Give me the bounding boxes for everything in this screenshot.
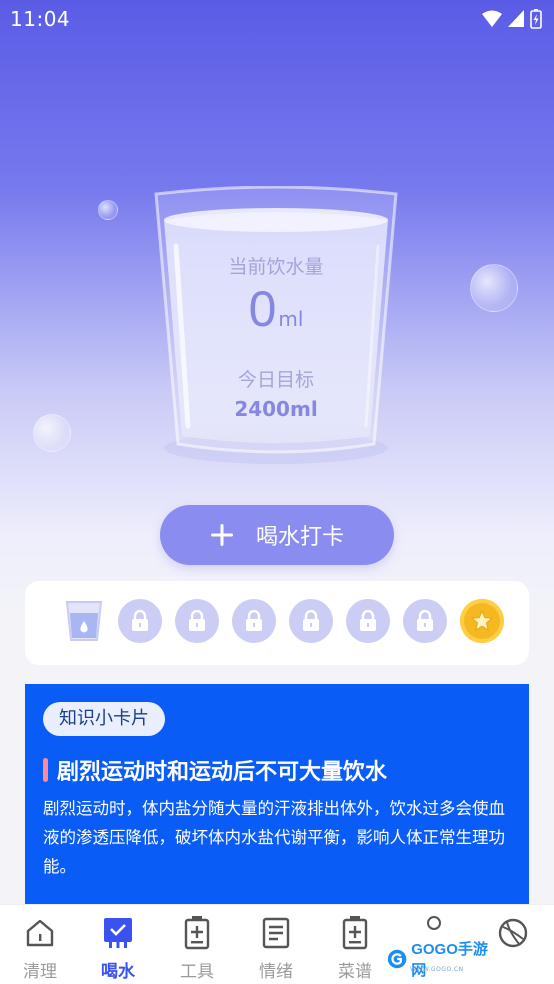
current-intake-unit: ml xyxy=(278,307,304,331)
current-intake-label: 当前饮水量 xyxy=(228,256,324,278)
status-bar: 11:04 xyxy=(0,0,554,38)
cup-slot-unlocked[interactable] xyxy=(63,599,105,641)
status-icons xyxy=(482,9,542,29)
lock-icon xyxy=(246,610,262,631)
tab-clean[interactable]: 清理 xyxy=(4,915,76,982)
knowledge-card: 知识小卡片 剧烈运动时和运动后不可大量饮水 剧烈运动时，体内盐分随大量的汗液排出… xyxy=(25,684,529,910)
plus-icon xyxy=(210,524,233,546)
battery-icon xyxy=(184,916,210,950)
bubble-decoration xyxy=(470,264,518,312)
star-icon xyxy=(470,609,494,632)
bubble-decoration xyxy=(33,414,71,452)
knowledge-title-accent xyxy=(43,758,48,782)
cup-slot-locked[interactable] xyxy=(289,599,333,643)
pin-icon xyxy=(427,916,441,930)
watermark-url: WWW.GOGO.CN xyxy=(410,966,464,973)
current-intake-number: 0 xyxy=(248,281,277,337)
knowledge-tag: 知识小卡片 xyxy=(43,702,165,736)
daily-goal-label: 今日目标 xyxy=(237,369,314,391)
cup-slot-locked[interactable] xyxy=(118,599,162,643)
cup-slot-locked[interactable] xyxy=(403,599,447,643)
cup-slot-locked[interactable] xyxy=(232,599,276,643)
reward-coin[interactable] xyxy=(460,599,504,643)
cup-slot-locked[interactable] xyxy=(346,599,390,643)
site-watermark: GOGO手游网 WWW.GOGO.CN xyxy=(384,941,496,979)
lock-icon xyxy=(132,610,148,631)
battery-status-icon xyxy=(530,9,542,29)
tab-tools-label: 工具 xyxy=(180,962,214,982)
status-time: 11:04 xyxy=(10,7,71,31)
lock-icon xyxy=(303,610,319,631)
ball-icon xyxy=(498,918,528,948)
knowledge-title: 剧烈运动时和运动后不可大量饮水 xyxy=(57,760,388,785)
tab-clean-label: 清理 xyxy=(23,962,57,982)
signal-icon xyxy=(508,10,524,27)
tab-recipe[interactable]: 菜谱 xyxy=(319,915,391,982)
knowledge-body: 剧烈运动时，体内盐分随大量的汗液排出体外，饮水过多会使血液的渗透压降低，破坏体内… xyxy=(43,799,505,876)
lock-icon xyxy=(360,610,376,631)
tab-mood-label: 情绪 xyxy=(259,962,293,982)
watermark-logo-icon xyxy=(387,949,407,969)
bubble-decoration xyxy=(98,200,118,220)
cup-progress-card xyxy=(25,581,529,665)
lock-icon xyxy=(189,610,205,631)
drink-checkin-label: 喝水打卡 xyxy=(255,525,344,550)
tab-tools[interactable]: 工具 xyxy=(161,915,233,982)
tab-recipe-label: 菜谱 xyxy=(338,962,372,982)
home-icon xyxy=(26,919,54,947)
drink-checkin-button[interactable]: 喝水打卡 xyxy=(160,505,394,565)
daily-goal-value: 2400ml xyxy=(234,397,318,421)
lock-icon xyxy=(417,610,433,631)
battery-plus-icon xyxy=(342,916,368,950)
document-icon xyxy=(262,917,290,949)
cup-check-icon xyxy=(104,918,132,948)
tab-mood[interactable]: 情绪 xyxy=(240,915,312,982)
tab-drink-label: 喝水 xyxy=(101,962,135,982)
current-intake-value: 0 ml xyxy=(152,280,400,338)
wifi-icon xyxy=(482,10,502,27)
tab-drink[interactable]: 喝水 xyxy=(82,915,154,982)
watermark-text: GOGO手游网 xyxy=(411,941,488,979)
cup-slot-locked[interactable] xyxy=(175,599,219,643)
water-cup-icon xyxy=(65,601,103,641)
